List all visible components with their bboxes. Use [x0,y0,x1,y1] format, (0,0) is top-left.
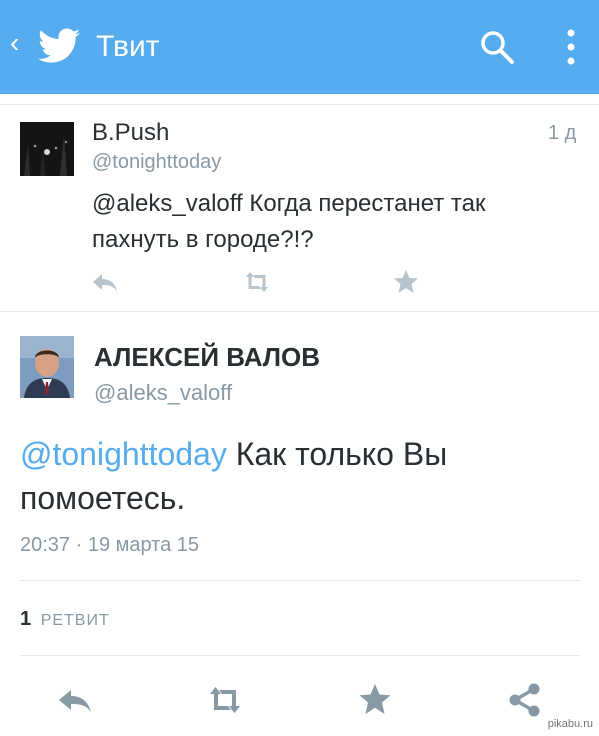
tweet-text: @aleks_valoff Когда перестанет так пахну… [92,190,486,253]
reply-tweet[interactable]: B.Push @tonighttoday 1 д @aleks_valoff К… [0,104,599,312]
favorite-icon[interactable] [353,678,397,722]
retweet-stats[interactable]: 1 РЕТВИТ [20,606,110,634]
author-name[interactable]: B.Push [92,118,169,148]
author-handle[interactable]: @tonighttoday [92,149,221,175]
retweet-icon[interactable] [239,264,275,300]
tweet-text: @tonighttoday Как только Вы помоетесь. [20,432,560,520]
retweet-icon[interactable] [203,678,247,722]
mention-link[interactable]: @tonighttoday [20,436,227,472]
main-tweet: АЛЕКСЕЙ ВАЛОВ @aleks_valoff @tonighttoda… [0,312,599,736]
favorite-icon[interactable] [388,264,424,300]
tweet-timestamp: 20:37 · 19 марта 15 [20,534,200,556]
retweet-count: 1 [20,608,32,630]
divider [20,580,580,581]
search-icon[interactable] [478,28,516,66]
page-title: Твит [96,30,160,63]
tweet-actions [0,264,599,300]
retweet-label: РЕТВИТ [40,612,110,629]
reply-icon[interactable] [88,264,124,300]
reply-icon[interactable] [54,678,98,722]
tweet-age: 1 д [548,122,577,144]
avatar[interactable] [20,336,74,398]
share-icon[interactable] [503,678,547,722]
more-vertical-icon[interactable] [566,26,576,68]
back-chevron-icon[interactable]: ‹ [10,28,19,58]
app-bar: ‹ Твит [0,0,599,94]
twitter-bird-icon[interactable] [38,28,80,64]
tweet-actions [0,678,599,724]
author-name[interactable]: АЛЕКСЕЙ ВАЛОВ [94,340,320,374]
watermark: pikabu.ru [547,718,593,730]
author-handle[interactable]: @aleks_valoff [94,378,232,408]
avatar[interactable] [20,122,74,176]
divider [20,655,580,656]
